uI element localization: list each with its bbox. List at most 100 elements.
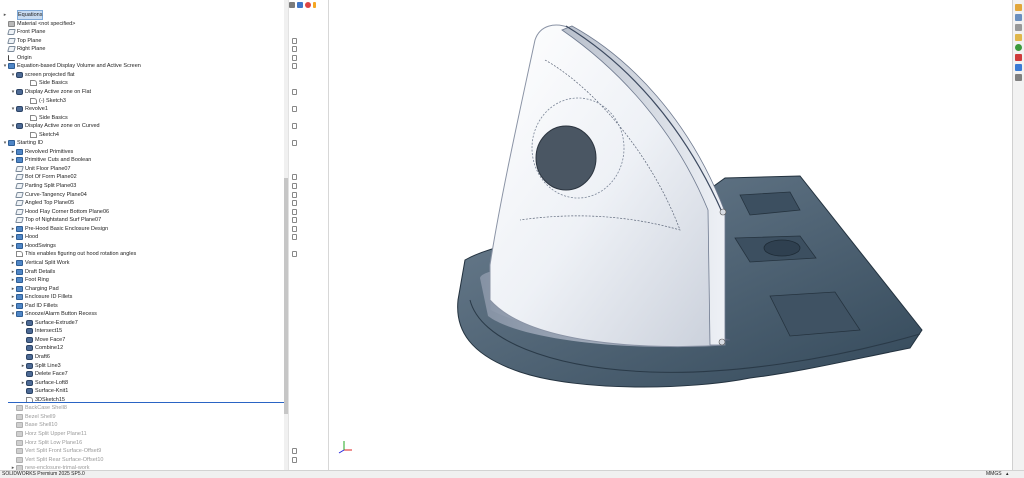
appearances-icon[interactable]: [1015, 44, 1022, 51]
tree-item[interactable]: Top Plane: [2, 37, 41, 45]
custom-properties-icon[interactable]: [1015, 54, 1022, 61]
tree-item[interactable]: ▸ Vertical Split Work: [10, 259, 70, 267]
tree-item-label: screen projected flat: [25, 71, 75, 78]
task-pane-tabs[interactable]: [1012, 0, 1024, 470]
tree-item[interactable]: Vert Split Rear Surface-Offset10: [10, 456, 103, 464]
display-state-icon[interactable]: [292, 46, 297, 53]
tree-item[interactable]: ▾ Snooze/Alarm Button Recess: [10, 310, 97, 318]
file-explorer-icon[interactable]: [1015, 34, 1022, 41]
units-selector[interactable]: MMGS: [986, 471, 1002, 478]
tree-item[interactable]: Hood Flay Corner Bottom Plane06: [10, 208, 109, 216]
view-palette-icon[interactable]: [1015, 64, 1022, 71]
tree-item[interactable]: Move Face7: [20, 336, 65, 344]
scene-icon[interactable]: [305, 1, 311, 8]
pencil-icon[interactable]: [289, 1, 295, 8]
tree-item[interactable]: Material <not specified>: [2, 20, 75, 28]
tree-item[interactable]: Right Plane: [2, 45, 45, 53]
tree-item[interactable]: Combine12: [20, 344, 63, 352]
display-state-icon[interactable]: [292, 63, 297, 70]
tree-item[interactable]: BackCase Shell8: [10, 404, 67, 412]
tree-item[interactable]: ▾ Equation-based Display Volume and Activ…: [2, 62, 141, 70]
display-state-icon[interactable]: [292, 88, 297, 95]
tree-item[interactable]: Delete Face7: [20, 370, 68, 378]
display-state-icon[interactable]: [292, 200, 297, 207]
tree-item[interactable]: ▸ HoodSwings: [10, 242, 56, 250]
display-state-icon[interactable]: [292, 191, 297, 198]
appearance-icon[interactable]: [297, 1, 303, 8]
tree-item-label: Display Active zone on Flat: [25, 88, 92, 95]
tree-item[interactable]: Bot Of Form Plane02: [10, 173, 77, 181]
tree-item[interactable]: Horz Split Low Plane16: [10, 439, 82, 447]
tree-item[interactable]: (-) Sketch3: [24, 97, 66, 105]
display-state-icon[interactable]: [292, 37, 297, 44]
display-state-icon[interactable]: [292, 448, 297, 455]
display-state-icon[interactable]: [292, 174, 297, 181]
toolbox-icon[interactable]: [1015, 74, 1022, 81]
tree-item[interactable]: Parting Split Plane03: [10, 182, 76, 190]
3d-model-render[interactable]: [330, 0, 1010, 470]
tree-item[interactable]: ▸ Surface-Extrude7: [20, 319, 78, 327]
tree-item[interactable]: Surface-Knit1: [20, 387, 68, 395]
tree-item[interactable]: Intersect15: [20, 327, 62, 335]
display-state-icon[interactable]: [292, 54, 297, 61]
tree-item[interactable]: Curve-Tangency Plane04: [10, 191, 87, 199]
folder-icon: [8, 63, 15, 70]
tree-item[interactable]: ▸ Revolved Primitives: [10, 148, 73, 156]
tree-item[interactable]: ▸ Hood: [10, 233, 38, 241]
tree-item[interactable]: Bezel Shell9: [10, 413, 56, 421]
display-state-icon[interactable]: [292, 208, 297, 215]
tree-item[interactable]: Side Basics: [24, 114, 68, 122]
gray-icon: [16, 456, 23, 463]
home-icon[interactable]: [1015, 4, 1022, 11]
resources-icon[interactable]: [1015, 14, 1022, 21]
graphics-viewport[interactable]: [330, 0, 1010, 470]
tree-item[interactable]: ▸ Primitive Cuts and Boolean: [10, 156, 91, 164]
tree-item[interactable]: Angled Top Plane05: [10, 199, 74, 207]
tree-item[interactable]: ▾ Display Active zone on Flat: [10, 88, 91, 96]
display-state-icon[interactable]: [292, 123, 297, 130]
feature-manager-tree[interactable]: ▸ Equations Material <not specified> Front …: [0, 0, 284, 470]
tree-item[interactable]: ▸ Equations: [2, 10, 44, 20]
tree-item[interactable]: ▾ screen projected flat: [10, 71, 75, 79]
display-state-icon[interactable]: [292, 140, 297, 147]
display-state-icon[interactable]: [292, 251, 297, 258]
tree-item[interactable]: ▸ Charging Pad: [10, 285, 59, 293]
caret-up-icon[interactable]: ▴: [1006, 471, 1009, 478]
tree-item-label: Sketch4: [39, 131, 59, 138]
tree-item-label: Split Line3: [35, 362, 61, 369]
tree-item[interactable]: ▸ Surface-Loft8: [20, 379, 68, 387]
display-state-icon[interactable]: [292, 106, 297, 113]
tree-item[interactable]: Unit Floor Plane07: [10, 165, 71, 173]
display-state-icon[interactable]: [292, 217, 297, 224]
body-icon: [16, 71, 23, 78]
display-state-icon[interactable]: [292, 234, 297, 241]
tree-item[interactable]: Base Shell10: [10, 421, 57, 429]
tree-item-label: Revolved Primitives: [25, 148, 74, 155]
tree-item[interactable]: Side Basics: [24, 79, 68, 87]
tree-item[interactable]: Horz Split Upper Plane11: [10, 430, 87, 438]
tree-item[interactable]: This enables figuring out hood rotation …: [10, 250, 136, 258]
display-state-icon[interactable]: [292, 456, 297, 463]
tree-item[interactable]: ▸ Pad ID Fillets: [10, 302, 58, 310]
tree-item[interactable]: Top of Nightstand Surf Plane07: [10, 216, 101, 224]
tree-item[interactable]: ▸ Split Line3: [20, 362, 61, 370]
sketch-icon: [30, 131, 37, 138]
rollback-bar[interactable]: [8, 402, 284, 403]
tree-item[interactable]: ▸ Foot Ring: [10, 276, 49, 284]
tree-item[interactable]: ▾ Revolve1: [10, 105, 48, 113]
tree-item[interactable]: ▾ Display Active zone on Curved: [10, 122, 100, 130]
display-state-icon[interactable]: [292, 225, 297, 232]
tree-item[interactable]: ▾ Starting ID: [2, 139, 43, 147]
material-icon: [8, 20, 15, 27]
tree-item[interactable]: ▸ Enclosure ID Fillets: [10, 293, 72, 301]
tree-item[interactable]: ▸ Pre-Hood Basic Enclosure Design: [10, 225, 108, 233]
display-state-icon[interactable]: [292, 183, 297, 189]
tree-item[interactable]: Origin: [2, 54, 32, 62]
expand-arrow-icon[interactable]: [313, 1, 316, 8]
tree-item[interactable]: ▸ Draft Details: [10, 268, 55, 276]
tree-item[interactable]: Vert Split Front Surface-Offset9: [10, 447, 101, 455]
tree-item[interactable]: Front Plane: [2, 28, 45, 36]
design-library-icon[interactable]: [1015, 24, 1022, 31]
tree-item[interactable]: Draft6: [20, 353, 50, 361]
tree-item[interactable]: Sketch4: [24, 131, 59, 139]
